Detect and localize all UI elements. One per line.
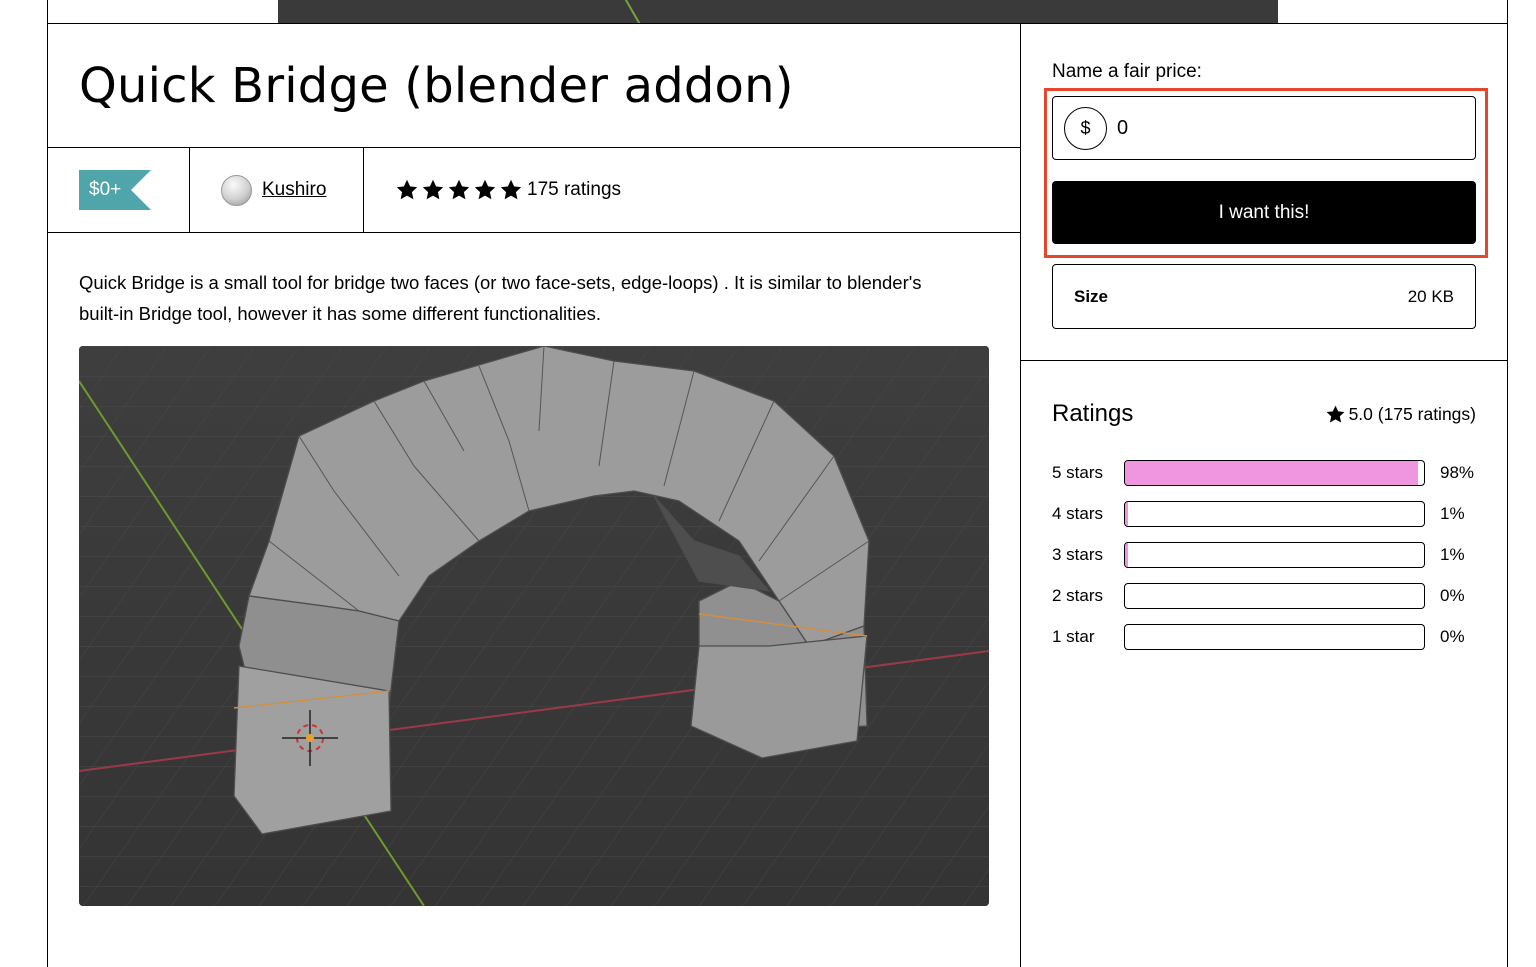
- rating-row-percent: 1%: [1440, 503, 1465, 523]
- price-label: Name a fair price:: [1052, 61, 1202, 82]
- rating-bar: [1124, 623, 1425, 650]
- dollar-icon: $: [1064, 106, 1107, 150]
- product-title: Quick Bridge (blender addon): [79, 57, 794, 114]
- buy-button[interactable]: I want this!: [1052, 181, 1476, 244]
- author-avatar[interactable]: [221, 174, 252, 206]
- author-cell: Kushiro: [190, 148, 364, 232]
- size-label: Size: [1074, 286, 1109, 306]
- size-value: 20 KB: [1407, 286, 1454, 306]
- rating-row-percent: 0%: [1440, 626, 1465, 646]
- star-icon: [448, 179, 470, 200]
- ratings-header: Ratings 5.0 (175 ratings): [1052, 400, 1476, 428]
- rating-row-label: 5 stars: [1052, 462, 1104, 482]
- rating-row-label: 2 stars: [1052, 585, 1104, 605]
- product-meta-row: $0+ Kushiro 175 ratings: [48, 148, 1020, 233]
- rating-stars: [395, 178, 523, 202]
- rating-row-label: 3 stars: [1052, 544, 1104, 564]
- author-link[interactable]: Kushiro: [262, 179, 326, 201]
- star-icon: [1326, 405, 1344, 423]
- product-main: Quick Bridge (blender addon) $0+ Kushiro…: [48, 24, 1020, 967]
- rating-bar-fill: [1125, 542, 1128, 567]
- rating-bar: [1124, 459, 1425, 486]
- star-icon: [500, 179, 522, 200]
- price-input[interactable]: [1117, 116, 1417, 140]
- ratings-title: Ratings: [1052, 400, 1134, 427]
- star-icon: [422, 179, 444, 200]
- rating-count: 175 ratings: [527, 179, 622, 200]
- rating-bar-fill: [1125, 460, 1419, 485]
- rating-row-percent: 1%: [1440, 544, 1465, 564]
- rating-cell[interactable]: 175 ratings: [364, 148, 621, 232]
- product-preview-image: [79, 346, 989, 906]
- rating-row-percent: 98%: [1440, 462, 1475, 482]
- rating-bar: [1124, 582, 1425, 609]
- rating-row: 4 stars 1%: [1052, 493, 1476, 534]
- title-row: Quick Bridge (blender addon): [48, 24, 1020, 148]
- star-icon: [474, 179, 496, 200]
- star-icon: [396, 179, 418, 200]
- rating-row: 5 stars 98%: [1052, 452, 1476, 493]
- rating-row: 3 stars 1%: [1052, 534, 1476, 575]
- ratings-breakdown: 5 stars 98% 4 stars 1% 3 stars 1% 2 star…: [1052, 452, 1476, 657]
- price-badge: $0+: [79, 170, 152, 210]
- rating-bar-fill: [1125, 501, 1128, 526]
- sidebar-divider: [1021, 360, 1507, 361]
- price-field[interactable]: $: [1052, 96, 1476, 160]
- rating-row-percent: 0%: [1440, 585, 1465, 605]
- rating-row: 1 star 0%: [1052, 616, 1476, 657]
- page-border-right: [1507, 0, 1508, 967]
- rating-bar: [1124, 500, 1425, 527]
- product-description: Quick Bridge is a small tool for bridge …: [79, 272, 922, 324]
- cover-image-strip: [278, 0, 1278, 23]
- column-divider: [1020, 24, 1021, 967]
- blender-viewport-image: [79, 346, 989, 906]
- rating-row: 2 stars 0%: [1052, 575, 1476, 616]
- rating-bar: [1124, 541, 1425, 568]
- ratings-summary-text: 5.0 (175 ratings): [1348, 403, 1476, 424]
- ratings-summary: 5.0 (175 ratings): [1325, 404, 1476, 425]
- rating-row-label: 1 star: [1052, 626, 1095, 646]
- price-cell: $0+: [48, 148, 190, 232]
- size-info: Size 20 KB: [1052, 264, 1476, 329]
- rating-row-label: 4 stars: [1052, 503, 1104, 523]
